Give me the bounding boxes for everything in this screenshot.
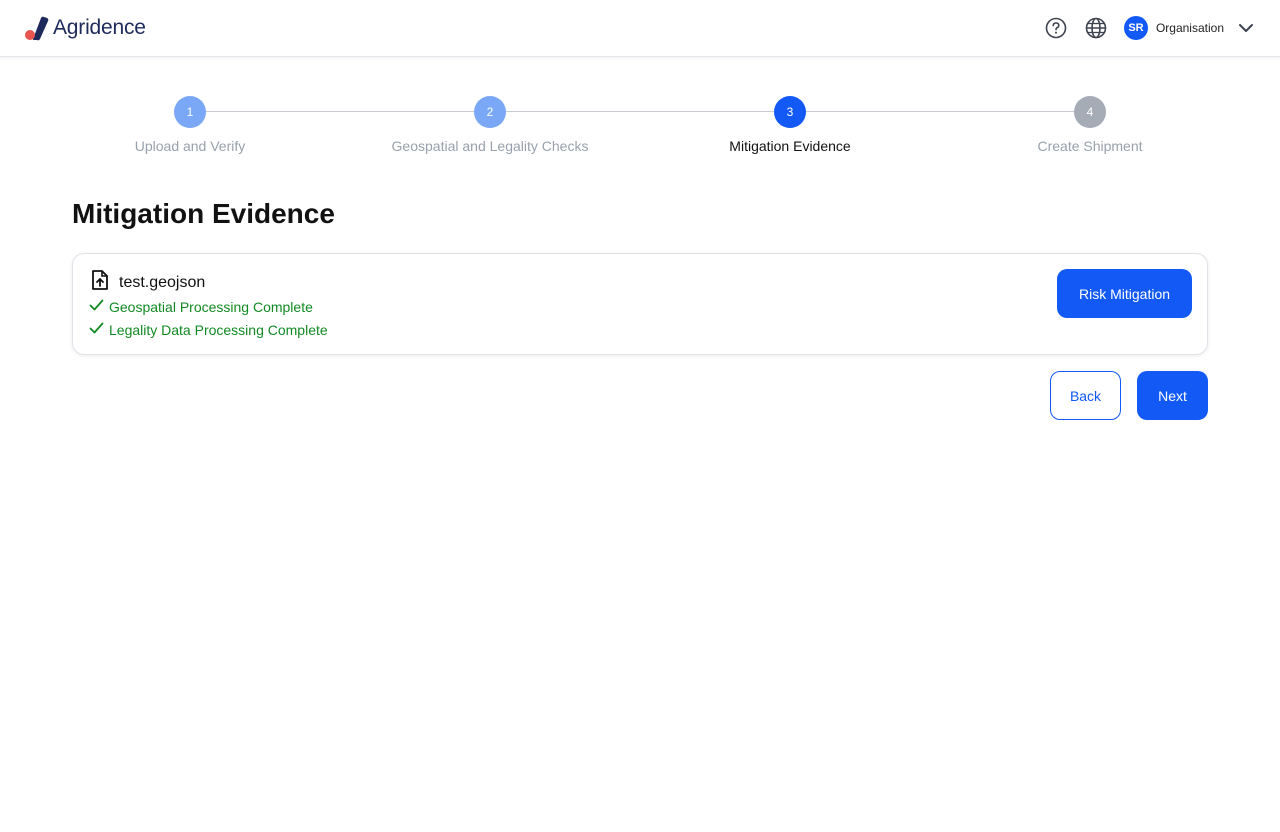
step-label-2: Geospatial and Legality Checks <box>391 138 589 154</box>
brand-logo[interactable]: Agridence <box>24 14 146 42</box>
chevron-down-icon[interactable] <box>1236 18 1256 38</box>
step-number-2: 2 <box>474 96 506 128</box>
organisation-label[interactable]: Organisation <box>1156 21 1224 35</box>
user-avatar[interactable]: SR <box>1123 16 1148 40</box>
check-legality: Legality Data Processing Complete <box>89 321 328 339</box>
check-geospatial: Geospatial Processing Complete <box>89 298 313 316</box>
step-number-4: 4 <box>1074 96 1106 128</box>
check-icon <box>89 321 104 339</box>
check-geospatial-text: Geospatial Processing Complete <box>109 299 313 315</box>
file-name: test.geojson <box>119 273 206 291</box>
next-button[interactable]: Next <box>1137 371 1208 420</box>
step-upload-verify: 1 Upload and Verify <box>40 96 340 154</box>
brand-name: Agridence <box>53 16 146 39</box>
top-header: Agridence SR Organisation <box>0 0 1280 57</box>
step-label-3: Mitigation Evidence <box>729 138 851 154</box>
file-row: test.geojson <box>91 270 205 295</box>
file-upload-icon <box>91 270 109 295</box>
step-geospatial-legality: 2 Geospatial and Legality Checks <box>340 96 640 154</box>
page-title: Mitigation Evidence <box>72 198 335 229</box>
progress-stepper: 1 Upload and Verify 2 Geospatial and Leg… <box>40 96 1240 160</box>
back-button[interactable]: Back <box>1050 371 1121 420</box>
help-icon[interactable] <box>1044 16 1068 40</box>
check-legality-text: Legality Data Processing Complete <box>109 322 328 338</box>
check-icon <box>89 298 104 316</box>
agridence-logo-icon <box>24 15 50 41</box>
step-mitigation-evidence: 3 Mitigation Evidence <box>640 96 940 154</box>
step-number-3: 3 <box>774 96 806 128</box>
risk-mitigation-button[interactable]: Risk Mitigation <box>1057 269 1192 318</box>
globe-icon[interactable] <box>1084 16 1108 40</box>
step-label-1: Upload and Verify <box>134 138 246 154</box>
file-card: test.geojson Geospatial Processing Compl… <box>72 253 1208 355</box>
step-label-4: Create Shipment <box>1037 138 1143 154</box>
step-number-1: 1 <box>174 96 206 128</box>
step-create-shipment: 4 Create Shipment <box>940 96 1240 154</box>
